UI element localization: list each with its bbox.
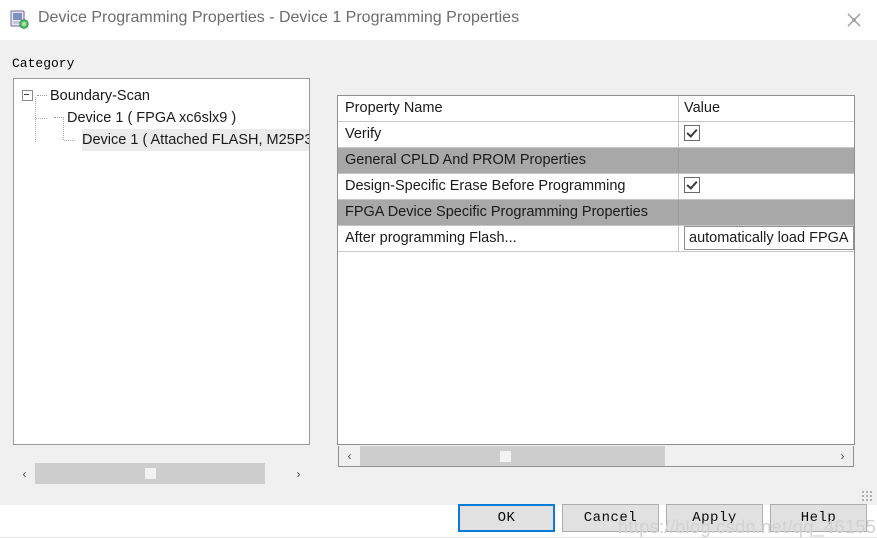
verify-checkbox[interactable]: [684, 125, 700, 142]
property-grid-horizontal-scrollbar[interactable]: ‹ ›: [338, 446, 854, 467]
table-row: General CPLD And PROM Properties: [338, 148, 854, 174]
tree-horizontal-scrollbar[interactable]: ‹ ›: [14, 463, 309, 484]
table-row: FPGA Device Specific Programming Propert…: [338, 200, 854, 226]
scroll-left-arrow-icon[interactable]: ‹: [339, 446, 360, 466]
tree-item-device-1-fpga-label: Device 1 ( FPGA xc6slx9 ): [67, 110, 237, 126]
dialog-title: Device Programming Properties - Device 1…: [38, 9, 520, 26]
cancel-button[interactable]: Cancel: [562, 504, 659, 532]
property-name-erase-before-programming: Design-Specific Erase Before Programming: [338, 174, 679, 199]
column-header-property-name: Property Name: [338, 96, 679, 121]
after-programming-flash-combobox[interactable]: automatically load FPGA: [684, 226, 854, 250]
property-value-verify[interactable]: [679, 122, 854, 147]
tree-elbow-1: [36, 118, 48, 119]
table-row[interactable]: Design-Specific Erase Before Programming: [338, 174, 854, 200]
collapse-box-icon[interactable]: [22, 89, 33, 101]
grid-scroll-grip[interactable]: [500, 451, 511, 462]
apply-button[interactable]: Apply: [666, 504, 763, 532]
column-header-value: Value: [679, 96, 854, 121]
ok-button[interactable]: OK: [458, 504, 555, 532]
tree-item-boundary-scan-label: Boundary-Scan: [50, 88, 150, 104]
tree-dash-icon: [54, 116, 64, 118]
tree-item-device-1-flash[interactable]: Device 1 ( Attached FLASH, M25P32 ): [82, 129, 310, 151]
property-value-after-programming-flash[interactable]: automatically load FPGA: [679, 226, 854, 251]
device-programming-properties-dialog: Device Programming Properties - Device 1…: [0, 0, 877, 538]
scroll-right-arrow-icon[interactable]: ›: [832, 446, 853, 466]
group-header-general-cpld-prom: General CPLD And PROM Properties: [338, 148, 679, 173]
dialog-titlebar[interactable]: Device Programming Properties - Device 1…: [0, 0, 877, 40]
help-button[interactable]: Help: [770, 504, 867, 532]
group-header-fpga-device-specific: FPGA Device Specific Programming Propert…: [338, 200, 679, 225]
property-value-erase-before-programming[interactable]: [679, 174, 854, 199]
category-label: Category: [12, 56, 75, 71]
close-icon[interactable]: [831, 0, 877, 40]
property-grid[interactable]: Property Name Value Verify General CPLD …: [337, 95, 855, 445]
group-header-fpga-device-specific-value: [679, 200, 854, 225]
grid-scroll-thumb[interactable]: [360, 446, 665, 466]
tree-item-device-1-fpga[interactable]: Device 1 ( FPGA xc6slx9 ): [54, 107, 236, 129]
tree-item-device-1-flash-label: Device 1 ( Attached FLASH, M25P32 ): [82, 132, 310, 148]
property-grid-header: Property Name Value: [338, 96, 854, 122]
resize-grip-icon[interactable]: [861, 490, 873, 502]
tree-dash-icon: [37, 94, 47, 96]
device-programming-icon: [9, 9, 31, 31]
scroll-right-arrow-icon[interactable]: ›: [288, 463, 309, 484]
dialog-content: Category Boundary-Scan Device 1 ( FPGA x…: [0, 40, 877, 538]
tree-scroll-grip[interactable]: [145, 468, 156, 479]
erase-before-programming-checkbox[interactable]: [684, 177, 700, 194]
table-row[interactable]: After programming Flash... automatically…: [338, 226, 854, 252]
tree-item-boundary-scan[interactable]: Boundary-Scan: [22, 85, 150, 107]
table-row[interactable]: Verify: [338, 122, 854, 148]
tree-elbow-2: [64, 140, 76, 141]
category-tree-panel[interactable]: Boundary-Scan Device 1 ( FPGA xc6slx9 ) …: [13, 78, 310, 445]
property-name-after-programming-flash: After programming Flash...: [338, 226, 679, 251]
group-header-general-cpld-prom-value: [679, 148, 854, 173]
grid-scroll-track[interactable]: [360, 446, 832, 466]
tree-scroll-track[interactable]: [35, 463, 288, 484]
scroll-left-arrow-icon[interactable]: ‹: [14, 463, 35, 484]
property-name-verify: Verify: [338, 122, 679, 147]
